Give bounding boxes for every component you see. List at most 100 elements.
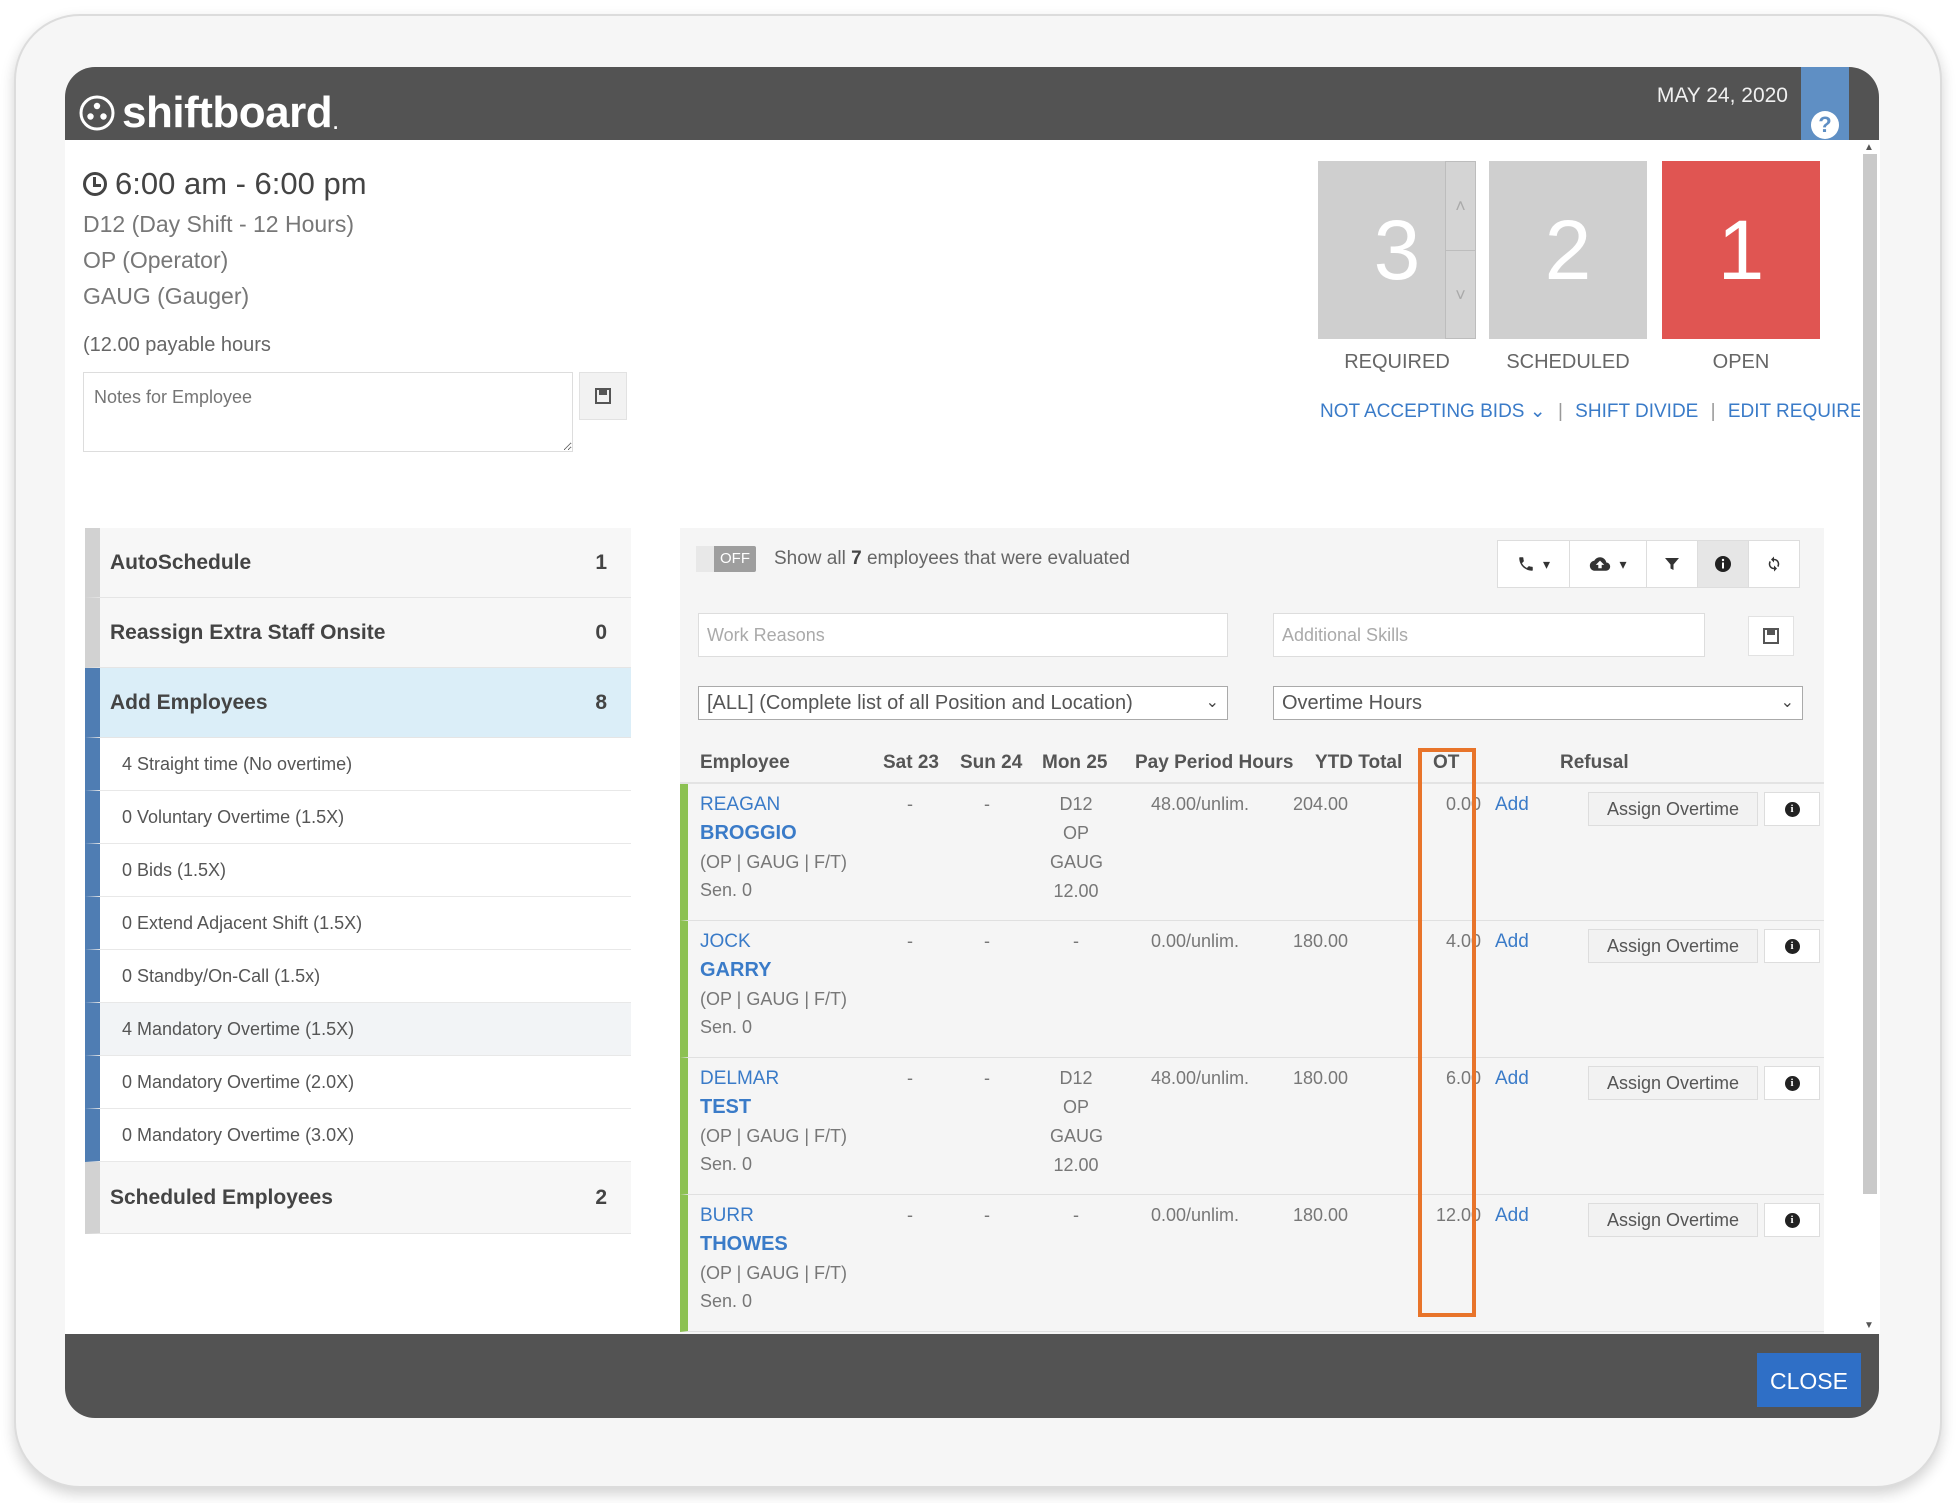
scroll-thumb[interactable] <box>1863 154 1877 1194</box>
edit-requirement-link[interactable]: EDIT REQUIREMENT <box>1728 401 1879 422</box>
phone-menu-button[interactable]: ▾ <box>1497 540 1570 588</box>
panel-toolbar: ▾ ▾ <box>1497 540 1800 588</box>
sidebar-subitem[interactable]: 0 Extend Adjacent Shift (1.5X) <box>85 897 631 950</box>
employee-last-name[interactable]: GARRY <box>700 959 771 982</box>
info-icon <box>1714 555 1732 573</box>
footer-bar <box>65 1334 1879 1418</box>
sidebar-item-label: AutoSchedule <box>110 550 252 574</box>
assign-overtime-button[interactable]: Assign Overtime <box>1588 929 1758 963</box>
info-icon: i <box>1784 1212 1800 1228</box>
employee-seniority: Sen. 0 <box>700 1291 753 1311</box>
additional-skills-input[interactable]: Additional Skills <box>1273 613 1705 657</box>
logo-text: shiftboard <box>122 88 333 137</box>
employee-info-button[interactable]: i <box>1764 1203 1820 1237</box>
employee-first-name[interactable]: REAGAN <box>700 794 780 816</box>
col-ytd[interactable]: YTD Total <box>1315 752 1402 774</box>
col-sun[interactable]: Sun 24 <box>960 752 1022 774</box>
add-link[interactable]: Add <box>1495 794 1529 816</box>
sidebar-item-autoschedule[interactable]: AutoSchedule 1 <box>85 528 631 598</box>
employee-last-name[interactable]: TEST <box>700 1096 751 1119</box>
cell-pay-period: 48.00/unlim. <box>1151 794 1250 814</box>
employee-last-name[interactable]: THOWES <box>700 1233 788 1256</box>
employee-first-name[interactable]: DELMAR <box>700 1068 779 1090</box>
caret-down-icon: ▾ <box>1619 555 1627 572</box>
stepper-up-icon[interactable]: ˄ <box>1446 162 1475 251</box>
chevron-down-icon[interactable]: ⌄ <box>1530 401 1546 422</box>
required-stepper[interactable]: ˄ ˅ <box>1445 161 1476 339</box>
info-icon: i <box>1784 938 1800 954</box>
table-row: DELMAR TEST (OP | GAUG | F/T) Sen. 0 - -… <box>680 1058 1824 1195</box>
save-filters-button[interactable] <box>1748 616 1794 656</box>
cloud-menu-button[interactable]: ▾ <box>1569 540 1647 588</box>
shift-position: OP (Operator) <box>83 247 229 273</box>
sidebar-subitem[interactable]: 0 Voluntary Overtime (1.5X) <box>85 791 631 844</box>
save-notes-button[interactable] <box>579 372 627 420</box>
employee-detail: (OP | GAUG | F/T) <box>700 852 848 872</box>
employee-detail: (OP | GAUG | F/T) <box>700 1126 848 1146</box>
scroll-up-icon[interactable]: ▲ <box>1864 142 1874 153</box>
refresh-button[interactable] <box>1748 540 1800 588</box>
sidebar-item-add-employees[interactable]: Add Employees 8 <box>85 668 631 738</box>
assign-overtime-button[interactable]: Assign Overtime <box>1588 1203 1758 1237</box>
sidebar-subitem[interactable]: 0 Bids (1.5X) <box>85 844 631 897</box>
employee-info-button[interactable]: i <box>1764 1066 1820 1100</box>
work-reasons-input[interactable]: Work Reasons <box>698 613 1228 657</box>
open-count: 1 <box>1662 161 1820 339</box>
position-select[interactable]: [ALL] (Complete list of all Position and… <box>698 686 1228 720</box>
add-link[interactable]: Add <box>1495 931 1529 953</box>
sidebar-subitem-selected[interactable]: 4 Mandatory Overtime (1.5X) <box>85 1003 631 1056</box>
chevron-down-icon: ⌄ <box>1780 694 1794 711</box>
notes-input[interactable] <box>83 372 573 452</box>
sort-select-value: Overtime Hours <box>1282 692 1423 714</box>
assign-overtime-button[interactable]: Assign Overtime <box>1588 1066 1758 1100</box>
employee-first-name[interactable]: BURR <box>700 1205 754 1227</box>
col-refusal[interactable]: Refusal <box>1560 752 1629 774</box>
sidebar-item-scheduled[interactable]: Scheduled Employees 2 <box>85 1162 631 1234</box>
cell-mon: GAUG <box>1050 852 1104 872</box>
add-link[interactable]: Add <box>1495 1205 1529 1227</box>
scrollbar[interactable]: ▲ ▼ <box>1860 140 1880 1334</box>
employee-last-name[interactable]: BROGGIO <box>700 822 797 845</box>
shift-skill: GAUG (Gauger) <box>83 283 250 309</box>
col-mon[interactable]: Mon 25 <box>1042 752 1107 774</box>
filter-button[interactable] <box>1646 540 1698 588</box>
cell-mon: GAUG <box>1050 1126 1104 1146</box>
sidebar: AutoSchedule 1 Reassign Extra Staff Onsi… <box>85 528 631 1234</box>
help-icon: ? <box>1811 111 1839 139</box>
sidebar-subitem[interactable]: 4 Straight time (No overtime) <box>85 738 631 791</box>
employee-first-name[interactable]: JOCK <box>700 931 751 953</box>
shiftboard-logo: shiftboard . <box>78 88 338 138</box>
cell-sun: - <box>984 1205 990 1225</box>
cell-pay-period: 48.00/unlim. <box>1151 1068 1250 1088</box>
sidebar-item-label: Add Employees <box>110 690 268 714</box>
stepper-down-icon[interactable]: ˅ <box>1446 251 1475 339</box>
col-pay-period[interactable]: Pay Period Hours <box>1135 752 1293 774</box>
add-link[interactable]: Add <box>1495 1068 1529 1090</box>
scroll-down-icon[interactable]: ▼ <box>1864 1320 1874 1331</box>
clock-icon <box>83 172 107 196</box>
sidebar-item-reassign[interactable]: Reassign Extra Staff Onsite 0 <box>85 598 631 668</box>
info-toggle-button[interactable] <box>1697 540 1749 588</box>
sort-select[interactable]: Overtime Hours ⌄ <box>1273 686 1803 720</box>
employee-seniority: Sen. 0 <box>700 1154 753 1174</box>
bids-link[interactable]: NOT ACCEPTING BIDS <box>1320 401 1524 422</box>
sidebar-subitem[interactable]: 0 Standby/On-Call (1.5x) <box>85 950 631 1003</box>
sidebar-subitem[interactable]: 0 Mandatory Overtime (2.0X) <box>85 1056 631 1109</box>
col-sat[interactable]: Sat 23 <box>883 752 939 774</box>
show-all-toggle[interactable]: OFF <box>696 546 756 572</box>
employee-detail: (OP | GAUG | F/T) <box>700 989 848 1009</box>
filter-icon <box>1664 556 1680 572</box>
close-button[interactable]: CLOSE <box>1757 1353 1861 1407</box>
employee-info-button[interactable]: i <box>1764 792 1820 826</box>
assign-overtime-button[interactable]: Assign Overtime <box>1588 792 1758 826</box>
employee-info-button[interactable]: i <box>1764 929 1820 963</box>
col-employee[interactable]: Employee <box>700 752 790 774</box>
ot-column-highlight <box>1418 748 1476 1317</box>
help-button[interactable]: ? <box>1801 67 1849 145</box>
cell-mon: 12.00 <box>1053 1155 1099 1175</box>
shift-divide-link[interactable]: SHIFT DIVIDE <box>1575 401 1698 422</box>
logo-dot: . <box>333 112 339 133</box>
sidebar-subitem[interactable]: 0 Mandatory Overtime (3.0X) <box>85 1109 631 1162</box>
cell-sun: - <box>984 794 990 814</box>
cell-pay-period: 0.00/unlim. <box>1151 1205 1240 1225</box>
